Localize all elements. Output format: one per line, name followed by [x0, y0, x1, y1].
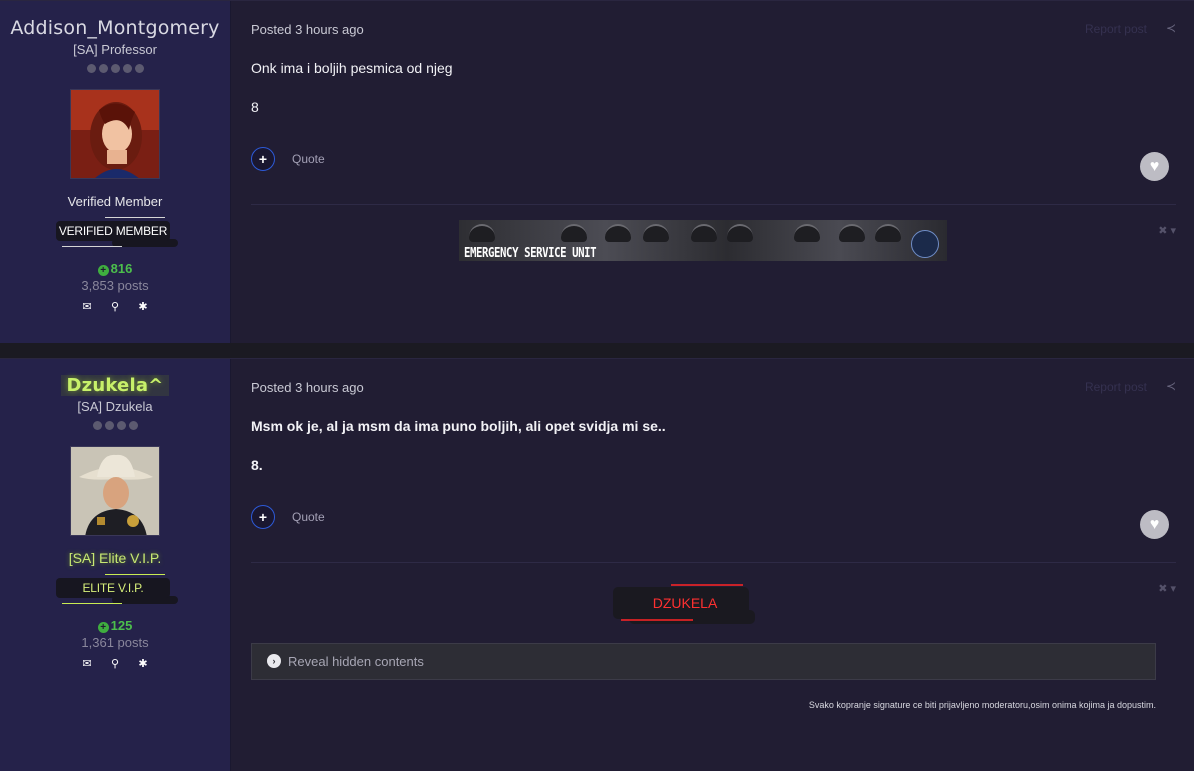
- signature-badge-label: DZUKELA: [653, 595, 718, 611]
- author-actions: ✉ ⚲ ✱: [0, 658, 230, 670]
- post-timestamp[interactable]: Posted 3 hours ago: [251, 380, 364, 395]
- author-actions: ✉ ⚲ ✱: [0, 301, 230, 313]
- share-icon[interactable]: ≺: [1166, 21, 1176, 35]
- rank-pip: [134, 64, 144, 73]
- post-content: Posted 3 hours ago Report post ≺ Msm ok …: [231, 359, 1194, 771]
- post-content: Posted 3 hours ago Report post ≺ Onk ima…: [231, 1, 1194, 343]
- divider: [251, 562, 1176, 563]
- reputation-value: 125: [110, 618, 133, 633]
- post-body: Msm ok je, al ja msm da ima puno boljih,…: [251, 418, 666, 434]
- member-group: Verified Member: [67, 194, 163, 209]
- group-badge: ELITE V.I.P.: [52, 574, 178, 604]
- plus-circle-icon: +: [97, 622, 109, 633]
- quote-button[interactable]: Quote: [292, 510, 325, 524]
- member-group: [SA] Elite V.I.P.: [68, 550, 162, 566]
- avatar[interactable]: [70, 89, 160, 179]
- share-icon[interactable]: ≺: [1166, 379, 1176, 393]
- signature-banner: EMERGENCY SERVICE UNIT: [459, 220, 947, 261]
- close-icon[interactable]: ✖ ▾: [1158, 224, 1176, 237]
- banner-title: EMERGENCY SERVICE UNIT: [464, 246, 597, 261]
- rank-pip: [86, 64, 96, 73]
- rank-pip: [128, 421, 138, 430]
- reveal-label: Reveal hidden contents: [288, 654, 424, 669]
- reveal-hidden-contents[interactable]: › Reveal hidden contents: [251, 643, 1156, 680]
- author-panel: Addison_Montgomery [SA] Professor Verifi…: [0, 1, 231, 343]
- rank-pips: [0, 421, 230, 433]
- envelope-icon[interactable]: ✉: [81, 301, 93, 313]
- post-count: 1,361 posts: [81, 635, 149, 650]
- reputation[interactable]: +125: [0, 618, 230, 633]
- signature-note: Svako kopranje signature ce biti prijavl…: [808, 700, 1156, 710]
- plus-circle-icon: +: [97, 265, 109, 276]
- rank-pips: [0, 64, 230, 76]
- group-badge-label: VERIFIED MEMBER: [56, 221, 170, 241]
- group-badge-label: ELITE V.I.P.: [56, 578, 170, 598]
- badge-crest-icon: [911, 230, 939, 258]
- post-rating: 8: [251, 99, 259, 115]
- multiquote-button[interactable]: +: [251, 505, 275, 529]
- rank-pip: [122, 64, 132, 73]
- chevron-right-icon: ›: [267, 654, 281, 668]
- gear-icon[interactable]: ✱: [137, 658, 149, 670]
- post: Addison_Montgomery [SA] Professor Verifi…: [0, 0, 1194, 343]
- user-title: [SA] Professor: [73, 42, 157, 57]
- gear-icon[interactable]: ✱: [137, 301, 149, 313]
- post-body: Onk ima i boljih pesmica od njeg: [251, 60, 453, 76]
- username[interactable]: Addison_Montgomery: [0, 17, 230, 39]
- group-badge: VERIFIED MEMBER: [52, 217, 178, 247]
- heart-icon[interactable]: ♥: [1140, 510, 1169, 539]
- search-icon[interactable]: ⚲: [109, 658, 121, 670]
- user-title: [SA] Dzukela: [77, 399, 153, 414]
- reputation-value: 816: [110, 261, 133, 276]
- signature-badge: DZUKELA: [613, 584, 755, 624]
- rank-pip: [110, 64, 120, 73]
- avatar[interactable]: [70, 446, 160, 536]
- search-icon[interactable]: ⚲: [109, 301, 121, 313]
- author-panel: Dzukela^ [SA] Dzukela [SA] Elite V.I.P. …: [0, 359, 231, 771]
- multiquote-button[interactable]: +: [251, 147, 275, 171]
- post: Dzukela^ [SA] Dzukela [SA] Elite V.I.P. …: [0, 358, 1194, 771]
- close-icon[interactable]: ✖ ▾: [1158, 582, 1176, 595]
- post-rating: 8.: [251, 457, 263, 473]
- rank-pip: [104, 421, 114, 430]
- reputation[interactable]: +816: [0, 261, 230, 276]
- rank-pip: [98, 64, 108, 73]
- divider: [251, 204, 1176, 205]
- rank-pip: [92, 421, 102, 430]
- heart-icon[interactable]: ♥: [1140, 152, 1169, 181]
- post-count: 3,853 posts: [81, 278, 149, 293]
- envelope-icon[interactable]: ✉: [81, 658, 93, 670]
- rank-pip: [116, 421, 126, 430]
- report-link[interactable]: Report post: [1085, 380, 1147, 394]
- quote-button[interactable]: Quote: [292, 152, 325, 166]
- post-timestamp[interactable]: Posted 3 hours ago: [251, 22, 364, 37]
- report-link[interactable]: Report post: [1085, 22, 1147, 36]
- username[interactable]: Dzukela^: [60, 375, 170, 396]
